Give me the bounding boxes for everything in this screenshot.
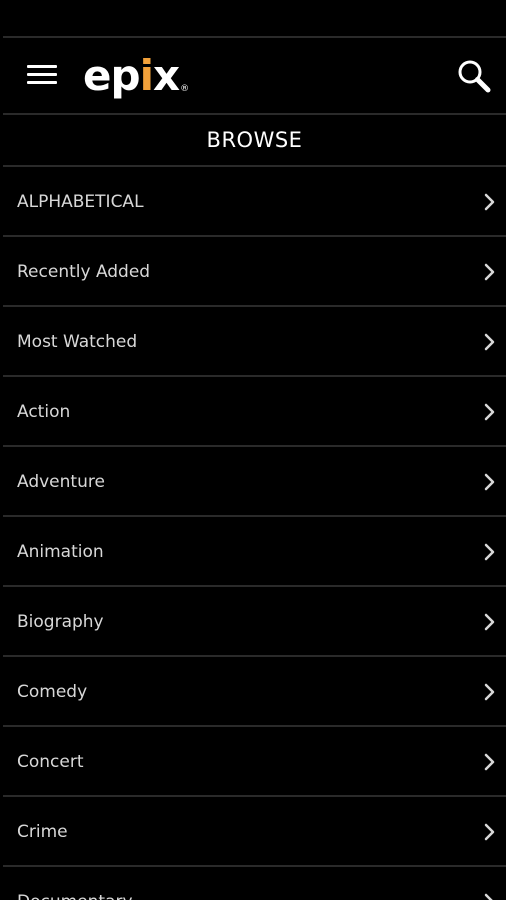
logo-text: epix [83, 51, 180, 100]
browse-item-label: Adventure [17, 472, 105, 492]
chevron-right-icon [484, 193, 495, 211]
browse-item-label: ALPHABETICAL [17, 192, 144, 212]
browse-item-label: Recently Added [17, 262, 151, 282]
browse-item-label: Documentary [17, 867, 133, 900]
browse-item[interactable]: Crime [3, 797, 506, 867]
epix-logo[interactable]: epix ® [83, 54, 189, 98]
browse-item-label: Biography [17, 612, 104, 632]
browse-item[interactable]: Action [3, 377, 506, 447]
app-bar: epix ® [3, 36, 506, 115]
browse-item[interactable]: ALPHABETICAL [3, 167, 506, 237]
browse-item[interactable]: Documentary [3, 867, 506, 900]
browse-item-label: Action [17, 402, 71, 422]
chevron-right-icon [484, 333, 495, 351]
browse-item-label: Comedy [17, 682, 88, 702]
browse-item[interactable]: Concert [3, 727, 506, 797]
chevron-right-icon [484, 823, 495, 841]
chevron-right-icon [484, 683, 495, 701]
status-bar [0, 0, 506, 36]
browse-item-label: Crime [17, 822, 68, 842]
browse-item-label: Animation [17, 542, 104, 562]
hamburger-icon[interactable] [27, 65, 57, 85]
browse-item-label: Most Watched [17, 332, 138, 352]
browse-title: BROWSE [3, 115, 506, 167]
chevron-right-icon [484, 403, 495, 421]
browse-list: ALPHABETICAL Recently Added Most Watched Ac… [3, 167, 506, 900]
chevron-right-icon [484, 263, 495, 281]
browse-item[interactable]: Adventure [3, 447, 506, 517]
logo-registered-mark: ® [180, 84, 190, 94]
chevron-right-icon [484, 543, 495, 561]
browse-item[interactable]: Animation [3, 517, 506, 587]
chevron-right-icon [484, 753, 495, 771]
chevron-right-icon [484, 893, 493, 900]
search-icon[interactable] [456, 58, 492, 94]
chevron-right-icon [484, 613, 495, 631]
browse-item[interactable]: Biography [3, 587, 506, 657]
chevron-right-icon [484, 473, 495, 491]
browse-item[interactable]: Comedy [3, 657, 506, 727]
browse-item[interactable]: Most Watched [3, 307, 506, 377]
browse-item[interactable]: Recently Added [3, 237, 506, 307]
browse-item-label: Concert [17, 752, 84, 772]
